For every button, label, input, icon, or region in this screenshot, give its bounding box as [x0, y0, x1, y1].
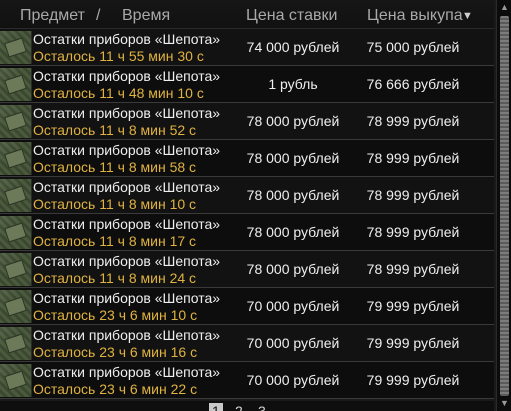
lot-buyout-price: 78 999 рублей [366, 261, 460, 277]
column-item[interactable]: Предмет [20, 7, 85, 25]
lot-bid-price: 70 000 рублей [246, 372, 340, 388]
device-remains-icon [0, 179, 32, 212]
page-button-1[interactable]: 1 [209, 403, 223, 411]
device-remains-icon [0, 31, 32, 64]
lot-time-remaining: Осталось 11 ч 55 мин 30 с [33, 48, 204, 64]
sort-desc-icon[interactable]: ▼ [462, 10, 473, 22]
scrollbar-thumb[interactable] [500, 16, 509, 396]
lot-row[interactable]: Остатки приборов «Шепота» Осталось 23 ч … [0, 362, 494, 399]
lot-buyout-price: 78 999 рублей [366, 113, 460, 129]
page-button-3[interactable]: 3 [258, 403, 266, 411]
lot-bid-price: 78 000 рублей [246, 150, 340, 166]
scroll-down-icon[interactable]: ▼ [499, 398, 510, 409]
lot-time-remaining: Осталось 11 ч 8 мин 10 с [33, 196, 197, 212]
device-remains-icon [0, 253, 32, 286]
lot-name: Остатки приборов «Шепота» [33, 105, 221, 121]
lot-buyout-price: 79 999 рублей [366, 372, 460, 388]
lot-bid-price: 78 000 рублей [246, 187, 340, 203]
lot-time-remaining: Осталось 23 ч 6 мин 10 с [33, 307, 198, 323]
lot-row[interactable]: Остатки приборов «Шепота» Осталось 11 ч … [0, 214, 494, 251]
page-button-2[interactable]: 2 [235, 403, 243, 411]
lot-name: Остатки приборов «Шепота» [33, 216, 221, 232]
auction-window: Предмет / Время Цена ставки Цена выкупа … [0, 0, 511, 411]
lot-buyout-price: 78 999 рублей [366, 224, 460, 240]
lot-name: Остатки приборов «Шепота» [33, 31, 221, 47]
lot-name: Остатки приборов «Шепота» [33, 327, 221, 343]
device-remains-icon [0, 327, 32, 360]
device-remains-icon [0, 290, 32, 323]
lot-name: Остатки приборов «Шепота» [33, 179, 221, 195]
lot-name: Остатки приборов «Шепота» [33, 68, 221, 84]
lot-buyout-price: 75 000 рублей [366, 39, 460, 55]
device-remains-icon [0, 105, 32, 138]
lot-row[interactable]: Остатки приборов «Шепота» Осталось 23 ч … [0, 288, 494, 325]
lot-row[interactable]: Остатки приборов «Шепота» Осталось 11 ч … [0, 66, 494, 103]
device-remains-icon [0, 68, 32, 101]
lot-buyout-price: 79 999 рублей [366, 335, 460, 351]
lot-bid-price: 74 000 рублей [246, 39, 340, 55]
lot-bid-price: 1 рубль [268, 76, 318, 92]
column-bid-price[interactable]: Цена ставки [246, 7, 337, 25]
pagination: 1 2 3 [0, 401, 494, 411]
lot-time-remaining: Осталось 11 ч 48 мин 10 с [33, 85, 204, 101]
lot-bid-price: 70 000 рублей [246, 298, 340, 314]
lot-bid-price: 78 000 рублей [246, 113, 340, 129]
lot-time-remaining: Осталось 11 ч 8 мин 17 с [33, 233, 197, 249]
lot-bid-price: 78 000 рублей [246, 224, 340, 240]
column-time[interactable]: Время [122, 7, 170, 25]
lot-time-remaining: Осталось 11 ч 8 мин 24 с [33, 270, 197, 286]
device-remains-icon [0, 364, 32, 397]
lot-row[interactable]: Остатки приборов «Шепота» Осталось 11 ч … [0, 251, 494, 288]
vertical-scrollbar[interactable]: ▲ ▼ [496, 0, 511, 411]
lot-bid-price: 70 000 рублей [246, 335, 340, 351]
lot-row[interactable]: Остатки приборов «Шепота» Осталось 23 ч … [0, 325, 494, 362]
lot-row[interactable]: Остатки приборов «Шепота» Осталось 11 ч … [0, 29, 494, 66]
lot-bid-price: 78 000 рублей [246, 261, 340, 277]
lot-name: Остатки приборов «Шепота» [33, 290, 221, 306]
lot-row[interactable]: Остатки приборов «Шепота» Осталось 11 ч … [0, 177, 494, 214]
lot-buyout-price: 78 999 рублей [366, 187, 460, 203]
lot-buyout-price: 79 999 рублей [366, 298, 460, 314]
lot-list: Остатки приборов «Шепота» Осталось 11 ч … [0, 29, 494, 400]
column-buyout-price[interactable]: Цена выкупа [367, 7, 463, 25]
device-remains-icon [0, 142, 32, 175]
lot-name: Остатки приборов «Шепота» [33, 364, 221, 380]
column-header: Предмет / Время Цена ставки Цена выкупа … [0, 0, 494, 29]
lot-time-remaining: Осталось 11 ч 8 мин 52 с [33, 122, 197, 138]
lot-row[interactable]: Остатки приборов «Шепота» Осталось 11 ч … [0, 103, 494, 140]
device-remains-icon [0, 216, 32, 249]
lot-buyout-price: 76 666 рублей [366, 76, 460, 92]
column-separator: / [96, 7, 101, 24]
lot-name: Остатки приборов «Шепота» [33, 142, 221, 158]
lot-name: Остатки приборов «Шепота» [33, 253, 221, 269]
lot-time-remaining: Осталось 23 ч 6 мин 16 с [33, 344, 198, 360]
scroll-up-icon[interactable]: ▲ [499, 2, 510, 13]
lot-row[interactable]: Остатки приборов «Шепота» Осталось 11 ч … [0, 140, 494, 177]
lot-buyout-price: 78 999 рублей [366, 150, 460, 166]
lot-time-remaining: Осталось 23 ч 6 мин 22 с [33, 381, 198, 397]
lot-time-remaining: Осталось 11 ч 8 мин 58 с [33, 159, 197, 175]
